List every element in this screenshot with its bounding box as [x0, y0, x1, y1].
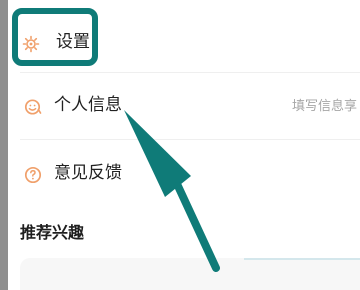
recommended-interests-title: 推荐兴趣	[20, 223, 85, 242]
divider	[20, 139, 360, 140]
profile-row[interactable]: 个人信息 填写信息享	[8, 75, 360, 141]
feedback-row[interactable]: 意见反馈	[8, 143, 360, 209]
divider	[20, 72, 360, 73]
interest-card-accent	[244, 258, 360, 260]
interest-card[interactable]	[20, 258, 360, 290]
phone-screen: 设置 个人信息 填写信息享 意见反馈 推荐兴趣	[8, 0, 360, 290]
profile-hint: 填写信息享	[292, 99, 358, 114]
settings-gear-icon	[22, 35, 40, 53]
question-icon	[24, 166, 42, 184]
profile-label: 个人信息	[54, 95, 122, 115]
feedback-label: 意见反馈	[54, 163, 122, 183]
settings-label: 设置	[56, 32, 90, 52]
face-icon	[24, 98, 42, 116]
settings-row[interactable]: 设置	[8, 14, 360, 72]
